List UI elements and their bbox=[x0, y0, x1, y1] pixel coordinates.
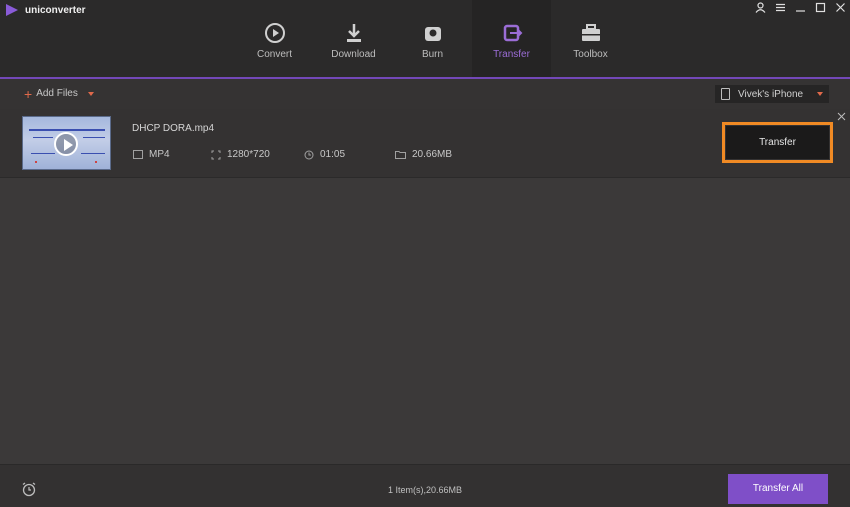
chevron-down-icon bbox=[817, 92, 823, 96]
app-title: uniconverter bbox=[25, 4, 86, 16]
folder-icon bbox=[395, 151, 406, 159]
thumb-text-line bbox=[33, 137, 53, 138]
resolution-value: 1280*720 bbox=[227, 149, 270, 160]
clock-icon bbox=[304, 150, 314, 159]
tab-label: Burn bbox=[421, 49, 444, 60]
chevron-down-icon[interactable] bbox=[87, 91, 94, 96]
tab-label: Convert bbox=[256, 49, 292, 60]
tab-download[interactable]: Download bbox=[314, 0, 393, 78]
format-value: MP4 bbox=[149, 149, 170, 160]
toolbox-icon bbox=[581, 24, 600, 41]
device-label: Vivek's iPhone bbox=[738, 88, 804, 100]
plus-icon: + bbox=[24, 85, 33, 102]
size-value: 20.66MB bbox=[412, 149, 453, 160]
footer-bar: 1 Item(s),20.66MB Transfer All bbox=[0, 464, 850, 507]
duration-value: 01:05 bbox=[320, 149, 346, 160]
play-circle-icon bbox=[264, 23, 285, 43]
tab-label: Download bbox=[331, 49, 376, 60]
phone-icon bbox=[721, 88, 730, 100]
minimize-icon[interactable] bbox=[794, 2, 806, 14]
window-controls bbox=[754, 2, 846, 14]
logo-icon bbox=[6, 4, 18, 16]
duration-info: 01:05 bbox=[304, 149, 345, 160]
disc-icon bbox=[424, 27, 441, 41]
tab-label: Transfer bbox=[493, 49, 530, 60]
add-files-button[interactable]: + Add Files bbox=[24, 85, 94, 102]
thumb-dot bbox=[95, 161, 97, 163]
transfer-icon bbox=[503, 24, 522, 42]
menu-icon[interactable] bbox=[774, 2, 786, 14]
size-info: 20.66MB bbox=[395, 149, 452, 160]
resize-icon bbox=[211, 150, 221, 159]
tab-convert[interactable]: Convert bbox=[235, 0, 314, 78]
film-icon bbox=[133, 150, 143, 159]
thumb-dot bbox=[35, 161, 37, 163]
tab-burn[interactable]: Burn bbox=[393, 0, 472, 78]
format-info: MP4 bbox=[133, 149, 170, 160]
remove-item-icon[interactable] bbox=[837, 112, 846, 124]
tab-transfer[interactable]: Transfer bbox=[472, 0, 551, 78]
video-thumbnail[interactable] bbox=[22, 116, 111, 170]
thumb-title-line bbox=[29, 129, 105, 131]
app-logo: uniconverter bbox=[5, 3, 86, 17]
add-files-label: Add Files bbox=[36, 88, 78, 99]
toolbar: + Add Files Vivek's iPhone bbox=[0, 79, 850, 109]
close-window-icon[interactable] bbox=[834, 2, 846, 14]
transfer-button[interactable]: Transfer bbox=[726, 126, 829, 159]
resolution-info: 1280*720 bbox=[211, 149, 270, 160]
title-bar: uniconverter Convert Download Burn Trans… bbox=[0, 0, 850, 79]
main-nav: Convert Download Burn Transfer Toolbox bbox=[235, 0, 630, 78]
device-dropdown[interactable]: Vivek's iPhone bbox=[715, 85, 829, 103]
thumb-text-line bbox=[81, 153, 105, 154]
thumb-text-line bbox=[83, 137, 105, 138]
file-name: DHCP DORA.mp4 bbox=[132, 123, 215, 134]
transfer-all-button[interactable]: Transfer All bbox=[728, 474, 828, 504]
status-summary: 1 Item(s),20.66MB bbox=[387, 485, 463, 495]
play-icon[interactable] bbox=[54, 132, 78, 156]
tab-label: Toolbox bbox=[573, 49, 608, 60]
download-icon bbox=[346, 24, 361, 42]
transfer-button-highlight: Transfer bbox=[722, 122, 833, 163]
thumb-text-line bbox=[31, 153, 55, 154]
maximize-icon[interactable] bbox=[814, 2, 826, 14]
tab-toolbox[interactable]: Toolbox bbox=[551, 0, 630, 78]
file-list-item: DHCP DORA.mp4 MP4 1280*720 01:05 20.66MB… bbox=[0, 109, 850, 178]
user-icon[interactable] bbox=[754, 2, 766, 14]
